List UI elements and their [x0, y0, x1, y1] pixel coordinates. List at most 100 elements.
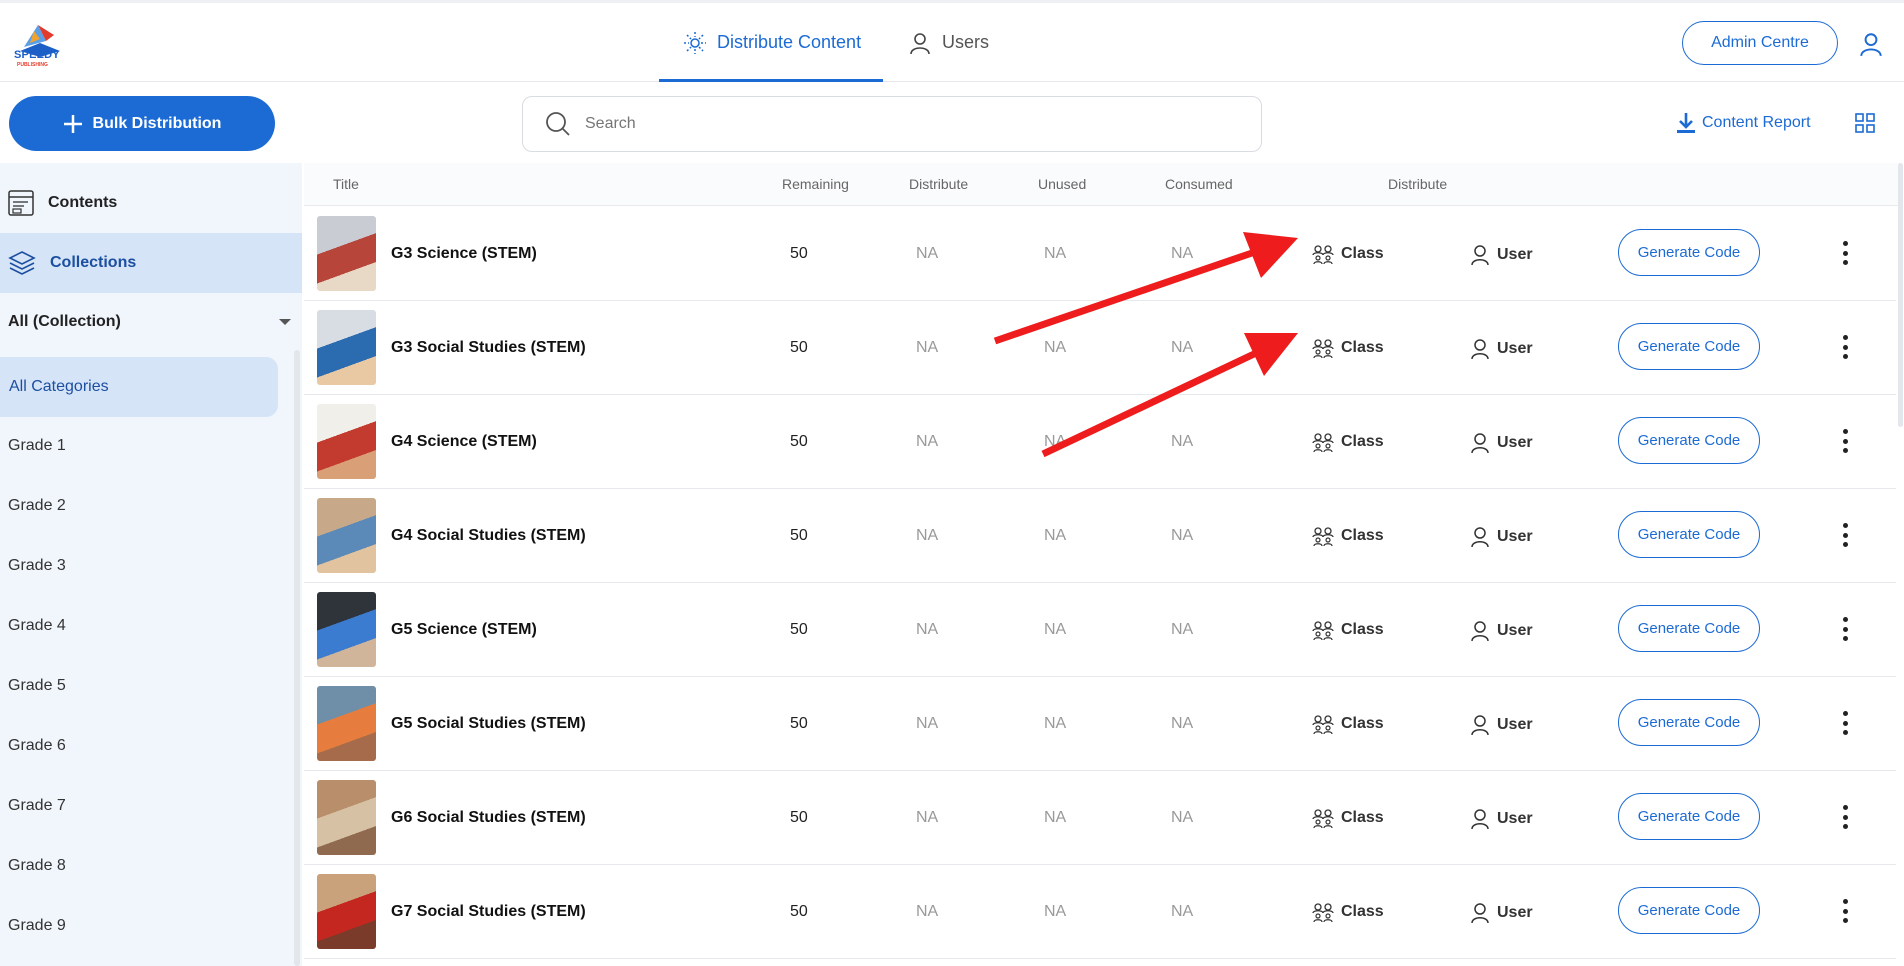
sidebar-scrollbar[interactable] [294, 350, 300, 966]
row-remaining: 50 [790, 433, 808, 450]
more-options-icon[interactable] [1840, 711, 1850, 735]
content-report-button[interactable]: Content Report [1676, 112, 1811, 134]
generate-code-button[interactable]: Generate Code [1618, 887, 1760, 934]
distribute-to-user-button[interactable]: User [1470, 808, 1533, 830]
collection-thumbnail [317, 216, 376, 291]
distribute-to-class-button[interactable]: Class [1312, 432, 1384, 452]
profile-icon[interactable] [1858, 31, 1884, 57]
generate-code-button[interactable]: Generate Code [1618, 323, 1760, 370]
generate-code-button[interactable]: Generate Code [1618, 417, 1760, 464]
row-title[interactable]: G3 Social Studies (STEM) [391, 339, 586, 357]
distribute-to-class-button[interactable]: Class [1312, 526, 1384, 546]
distribute-to-user-button[interactable]: User [1470, 620, 1533, 642]
category-grade-2[interactable]: Grade 2 [8, 497, 66, 515]
row-remaining: 50 [790, 621, 808, 638]
table-row: G3 Science (STEM) 50 NA NA NA Class User [304, 207, 1896, 301]
more-options-icon[interactable] [1840, 523, 1850, 547]
generate-code-button[interactable]: Generate Code [1618, 699, 1760, 746]
tab-distribute-content[interactable]: Distribute Content [683, 3, 861, 82]
row-consumed: NA [1171, 715, 1194, 732]
contents-icon [8, 190, 34, 216]
distribute-icon [684, 31, 706, 54]
distribute-to-class-button[interactable]: Class [1312, 808, 1384, 828]
distribute-to-user-button[interactable]: User [1470, 526, 1533, 548]
class-icon [1312, 903, 1334, 922]
more-options-icon[interactable] [1840, 899, 1850, 923]
bulk-distribution-label: Bulk Distribution [92, 114, 222, 132]
distribute-to-class-button[interactable]: Class [1312, 338, 1384, 358]
row-title[interactable]: G4 Social Studies (STEM) [391, 527, 586, 545]
admin-centre-button[interactable]: Admin Centre [1682, 21, 1838, 65]
category-grade-5[interactable]: Grade 5 [8, 677, 66, 695]
class-icon [1312, 339, 1334, 358]
distribute-to-user-button[interactable]: User [1470, 432, 1533, 454]
row-distribute: NA [916, 527, 939, 544]
collection-filter-dropdown[interactable]: All (Collection) [8, 313, 292, 331]
row-title[interactable]: G7 Social Studies (STEM) [391, 903, 586, 921]
distribute-to-user-button[interactable]: User [1470, 338, 1533, 360]
row-unused: NA [1044, 903, 1067, 920]
distribute-to-class-button[interactable]: Class [1312, 620, 1384, 640]
user-label: User [1497, 904, 1533, 921]
category-grade-7[interactable]: Grade 7 [8, 797, 66, 815]
category-grade-9[interactable]: Grade 9 [8, 917, 66, 935]
user-icon [1471, 245, 1489, 266]
category-all[interactable]: All Categories [0, 357, 278, 417]
category-grade-4[interactable]: Grade 4 [8, 617, 66, 635]
class-label: Class [1341, 903, 1384, 920]
generate-code-button[interactable]: Generate Code [1618, 511, 1760, 558]
collection-thumbnail [317, 310, 376, 385]
row-title[interactable]: G4 Science (STEM) [391, 433, 537, 451]
distribute-to-class-button[interactable]: Class [1312, 902, 1384, 922]
row-title[interactable]: G5 Social Studies (STEM) [391, 715, 586, 733]
row-remaining: 50 [790, 903, 808, 920]
table-row: G6 Social Studies (STEM) 50 NA NA NA Cla… [304, 771, 1896, 865]
category-grade-6[interactable]: Grade 6 [8, 737, 66, 755]
table-row: G3 Social Studies (STEM) 50 NA NA NA Cla… [304, 301, 1896, 395]
generate-code-button[interactable]: Generate Code [1618, 229, 1760, 276]
content-report-label: Content Report [1702, 114, 1811, 131]
row-unused: NA [1044, 621, 1067, 638]
row-remaining: 50 [790, 339, 808, 356]
column-header-distribute-actions: Distribute [1388, 176, 1448, 192]
more-options-icon[interactable] [1840, 335, 1850, 359]
row-distribute: NA [916, 903, 939, 920]
collection-thumbnail [317, 874, 376, 949]
search-input[interactable] [585, 115, 1185, 133]
search-box[interactable] [522, 96, 1262, 152]
row-distribute: NA [916, 433, 939, 450]
table-scrollbar[interactable] [1898, 163, 1903, 427]
sidebar-item-collections[interactable]: Collections [0, 233, 302, 293]
class-icon [1312, 715, 1334, 734]
bulk-distribution-button[interactable]: Bulk Distribution [9, 96, 275, 151]
grid-view-icon[interactable] [1855, 113, 1875, 133]
sidebar-item-contents[interactable]: Contents [0, 183, 302, 223]
distribute-to-user-button[interactable]: User [1470, 714, 1533, 736]
row-title[interactable]: G5 Science (STEM) [391, 621, 537, 639]
category-grade-1[interactable]: Grade 1 [8, 437, 66, 455]
distribute-to-user-button[interactable]: User [1470, 244, 1533, 266]
row-title[interactable]: G6 Social Studies (STEM) [391, 809, 586, 827]
distribute-to-user-button[interactable]: User [1470, 902, 1533, 924]
generate-code-button[interactable]: Generate Code [1618, 605, 1760, 652]
user-icon [1471, 527, 1489, 548]
row-distribute: NA [916, 621, 939, 638]
category-grade-8[interactable]: Grade 8 [8, 857, 66, 875]
distribute-to-class-button[interactable]: Class [1312, 244, 1384, 264]
row-unused: NA [1044, 715, 1067, 732]
plus-icon [63, 114, 82, 133]
category-grade-3[interactable]: Grade 3 [8, 557, 66, 575]
more-options-icon[interactable] [1840, 617, 1850, 641]
column-header-distribute: Distribute [909, 176, 969, 192]
row-remaining: 50 [790, 527, 808, 544]
row-consumed: NA [1171, 245, 1194, 262]
row-consumed: NA [1171, 527, 1194, 544]
distribute-to-class-button[interactable]: Class [1312, 714, 1384, 734]
chevron-down-icon [279, 319, 291, 325]
tab-users[interactable]: Users [908, 3, 989, 82]
row-title[interactable]: G3 Science (STEM) [391, 245, 537, 263]
more-options-icon[interactable] [1840, 805, 1850, 829]
more-options-icon[interactable] [1840, 241, 1850, 265]
more-options-icon[interactable] [1840, 429, 1850, 453]
generate-code-button[interactable]: Generate Code [1618, 793, 1760, 840]
